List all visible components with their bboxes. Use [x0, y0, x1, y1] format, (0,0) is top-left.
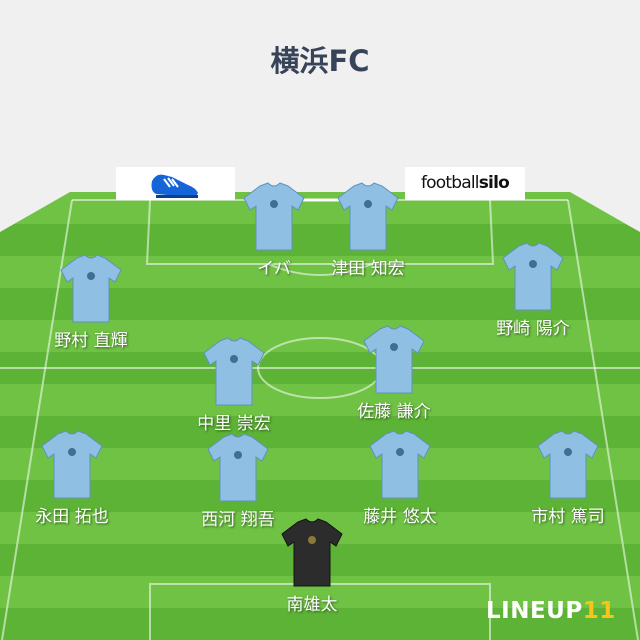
- player-name: 野村 直輝: [54, 331, 128, 351]
- player-left-back: 永田 拓也: [2, 428, 142, 527]
- lineup-graphic: 横浜FC footballsilo イバ 津田 知宏 野村 直輝 野崎 陽介 中…: [0, 0, 640, 640]
- outfield-kit-icon: [60, 254, 122, 323]
- player-name: 野崎 陽介: [496, 319, 570, 339]
- outfield-kit-icon: [363, 325, 425, 394]
- player-right-back: 市村 篤司: [498, 428, 638, 527]
- outfield-kit-icon: [41, 430, 103, 499]
- player-name: 津田 知宏: [331, 259, 405, 279]
- outfield-kit-icon: [243, 182, 305, 251]
- goalkeeper-kit-icon: [281, 518, 343, 587]
- player-forward-right: 津田 知宏: [298, 180, 438, 279]
- lineup11-logo: LINEUP11: [486, 598, 616, 624]
- player-name: 永田 拓也: [35, 507, 109, 527]
- player-wing-left: 野村 直輝: [21, 252, 161, 351]
- player-centre-back-right: 藤井 悠太: [330, 428, 470, 527]
- outfield-kit-icon: [203, 337, 265, 406]
- outfield-kit-icon: [537, 430, 599, 499]
- outfield-kit-icon: [207, 433, 269, 502]
- player-goalkeeper: 南雄太: [242, 516, 382, 615]
- outfield-kit-icon: [337, 182, 399, 251]
- player-name: 市村 篤司: [531, 507, 605, 527]
- player-name: 南雄太: [286, 595, 338, 615]
- outfield-kit-icon: [369, 430, 431, 499]
- player-midfield-left: 中里 崇宏: [164, 335, 304, 434]
- player-wing-right: 野崎 陽介: [463, 240, 603, 339]
- player-name: 佐藤 謙介: [357, 402, 431, 422]
- player-midfield-right: 佐藤 謙介: [324, 323, 464, 422]
- outfield-kit-icon: [502, 242, 564, 311]
- team-title: 横浜FC: [270, 44, 370, 78]
